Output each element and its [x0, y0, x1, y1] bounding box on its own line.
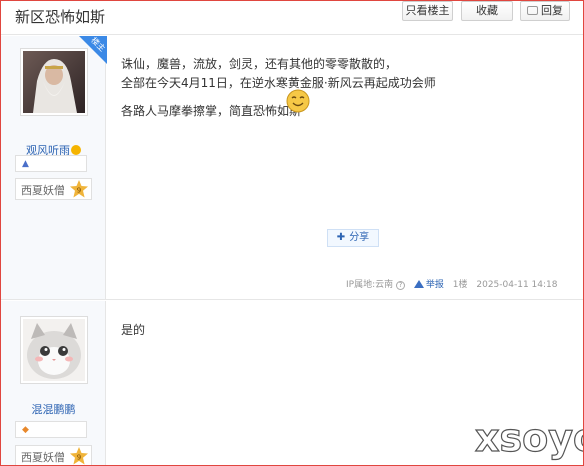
- rank-badge: 西夏妖僧 9: [15, 178, 92, 200]
- level-icon: ◆: [22, 425, 29, 435]
- post-content: 诛仙，魔兽，流放，剑灵，还有其他的零零散散的， 全部在今天4月11日，在逆水寒黄…: [106, 36, 583, 299]
- level-number: 9: [77, 186, 81, 194]
- post-line-2: 全部在今天4月11日，在逆水寒黄金服·新风云再起成功会师: [121, 76, 436, 90]
- reply-icon: [527, 6, 538, 15]
- level-star-icon: 9: [70, 447, 88, 465]
- author-name[interactable]: 混混鹏鹏: [1, 401, 106, 417]
- thread-title: 新区恐怖如斯: [15, 8, 106, 26]
- avatar[interactable]: [20, 48, 88, 116]
- post-floor-1: 楼主 观风听雨 ▲ 西夏妖僧 9 诛仙，魔兽，流放，剑灵，还有其他的零零散散的，…: [1, 36, 583, 300]
- watermark-text: xsoyo: [475, 416, 583, 460]
- post-line-3: 各路人马摩拳擦掌，简直恐怖如斯: [121, 104, 302, 118]
- level-icon: ▲: [22, 159, 29, 169]
- smiley-emoticon-icon: [286, 89, 310, 113]
- reply-button-label: 回复: [541, 4, 563, 17]
- reply-button[interactable]: 回复: [520, 1, 570, 21]
- rank-title: 西夏妖僧: [21, 451, 65, 464]
- rank-badge: 西夏妖僧 9: [15, 445, 92, 465]
- author-sidebar: 楼主 观风听雨 ▲ 西夏妖僧 9: [1, 36, 107, 299]
- only-op-button[interactable]: 只看楼主: [402, 1, 453, 21]
- ip-location: IP属地:云南: [346, 280, 394, 290]
- favorite-button[interactable]: 收藏: [461, 1, 513, 21]
- avatar-image: [23, 51, 85, 113]
- post-footer: IP属地:云南 ? 举报 1楼 2025-04-11 14:18: [346, 277, 557, 290]
- op-badge: 楼主: [79, 36, 107, 64]
- rank-title: 西夏妖僧: [21, 184, 65, 197]
- avatar[interactable]: [20, 316, 88, 384]
- share-icon: ✚: [336, 232, 346, 243]
- post-timestamp: 2025-04-11 14:18: [476, 280, 558, 290]
- post-text: 是的: [121, 323, 146, 337]
- help-icon[interactable]: ?: [396, 281, 405, 290]
- smile-emoji-icon: [71, 145, 81, 155]
- watermark-logo: xsoyo: [474, 415, 583, 460]
- post-line-1: 诛仙，魔兽，流放，剑灵，还有其他的零零散散的，: [121, 57, 398, 71]
- share-label: 分享: [349, 232, 370, 243]
- page-frame: 新区恐怖如斯 只看楼主 收藏 回复 楼主 观风听雨 ▲ 西夏妖僧 9 诛仙，魔兽…: [0, 0, 584, 466]
- report-link[interactable]: 举报: [413, 280, 444, 290]
- thread-header: 新区恐怖如斯 只看楼主 收藏 回复: [1, 1, 583, 35]
- floor-number: 1楼: [452, 280, 468, 290]
- user-level-badge: ◆: [15, 421, 87, 438]
- user-level-badge: ▲: [15, 155, 87, 172]
- warning-icon: [413, 280, 424, 288]
- level-star-icon: 9: [70, 180, 88, 198]
- level-number: 9: [77, 453, 81, 461]
- avatar-image: [23, 319, 85, 381]
- author-sidebar: 混混鹏鹏 ◆ 西夏妖僧 9: [1, 301, 106, 465]
- share-button[interactable]: ✚ 分享: [327, 229, 379, 247]
